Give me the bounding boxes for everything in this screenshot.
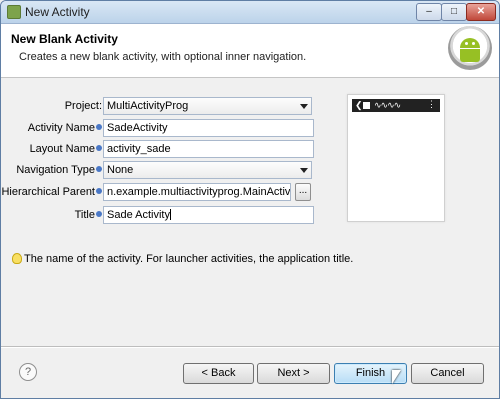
wizard-page-title: New Blank Activity: [11, 32, 118, 46]
layout-name-input[interactable]: activity_sade: [103, 140, 314, 158]
button-bar-separator: [1, 346, 499, 348]
eclipse-app-icon: [7, 5, 21, 19]
close-button[interactable]: ✕: [466, 3, 496, 21]
help-icon[interactable]: ?: [19, 363, 37, 381]
activity-name-input[interactable]: SadeActivity: [103, 119, 314, 137]
info-icon: [96, 145, 102, 151]
title-bar[interactable]: New Activity – □ ✕: [1, 1, 499, 24]
android-logo-icon: [448, 26, 492, 70]
info-icon: [96, 211, 102, 217]
hierarchical-parent-row: Hierarchical Parent n.example.multiactiv…: [1, 183, 314, 201]
hint-text: The name of the activity. For launcher a…: [24, 253, 354, 265]
cancel-button[interactable]: Cancel: [411, 363, 484, 384]
back-button[interactable]: < Back: [183, 363, 254, 384]
activity-name-label: Activity Name: [28, 122, 102, 134]
hierarchical-parent-input[interactable]: n.example.multiactivityprog.MainActivity: [103, 183, 291, 201]
android-eye-icon: [465, 42, 468, 45]
android-eye-icon: [472, 42, 475, 45]
navigation-type-row: Navigation Type None: [9, 161, 314, 179]
minimize-button[interactable]: –: [416, 3, 442, 21]
wizard-header: New Blank Activity Creates a new blank a…: [1, 24, 499, 78]
chevron-down-icon: [300, 168, 308, 173]
info-icon: [96, 188, 102, 194]
navigation-type-label: Navigation Type: [16, 164, 102, 176]
text-caret: [169, 209, 171, 220]
layout-name-label: Layout Name: [30, 143, 102, 155]
mouse-pointer-icon: [392, 370, 401, 384]
hierarchical-parent-label: Hierarchical Parent: [1, 186, 102, 198]
app-icon-placeholder: [363, 102, 370, 109]
overflow-menu-icon: ⋮: [427, 99, 436, 109]
android-head-icon: [460, 38, 480, 48]
activity-preview: ❮ ∿∿∿∿ ⋮: [347, 94, 445, 222]
project-row: Project: MultiActivityProg: [9, 97, 314, 115]
project-select[interactable]: MultiActivityProg: [103, 97, 312, 115]
field-hint: The name of the activity. For launcher a…: [12, 253, 492, 265]
title-label: Title: [75, 209, 102, 221]
title-input-value: Sade Activity: [107, 209, 170, 221]
title-row: Title Sade Activity: [9, 206, 314, 224]
next-button[interactable]: Next >: [257, 363, 330, 384]
project-label: Project:: [64, 100, 102, 112]
activity-name-row: Activity Name SadeActivity: [9, 119, 314, 137]
title-squiggle-icon: ∿∿∿∿: [374, 100, 401, 110]
wizard-page-description: Creates a new blank activity, with optio…: [19, 51, 307, 63]
preview-action-bar: ❮ ∿∿∿∿ ⋮: [352, 99, 440, 112]
navigation-type-value: None: [107, 164, 134, 176]
info-icon: [96, 166, 102, 172]
new-activity-dialog: New Activity – □ ✕ New Blank Activity Cr…: [0, 0, 500, 399]
info-icon: [96, 124, 102, 130]
navigation-type-select[interactable]: None: [103, 161, 312, 179]
layout-name-row: Layout Name activity_sade: [9, 140, 314, 158]
lightbulb-icon: [12, 253, 22, 264]
chevron-down-icon: [300, 104, 308, 109]
back-chevron-icon: ❮: [355, 100, 363, 110]
android-body-icon: [460, 49, 480, 62]
browse-parent-button[interactable]: ...: [295, 183, 311, 201]
maximize-button[interactable]: □: [441, 3, 467, 21]
window-title: New Activity: [25, 5, 90, 19]
project-select-value: MultiActivityProg: [107, 100, 189, 112]
title-input[interactable]: Sade Activity: [103, 206, 314, 224]
